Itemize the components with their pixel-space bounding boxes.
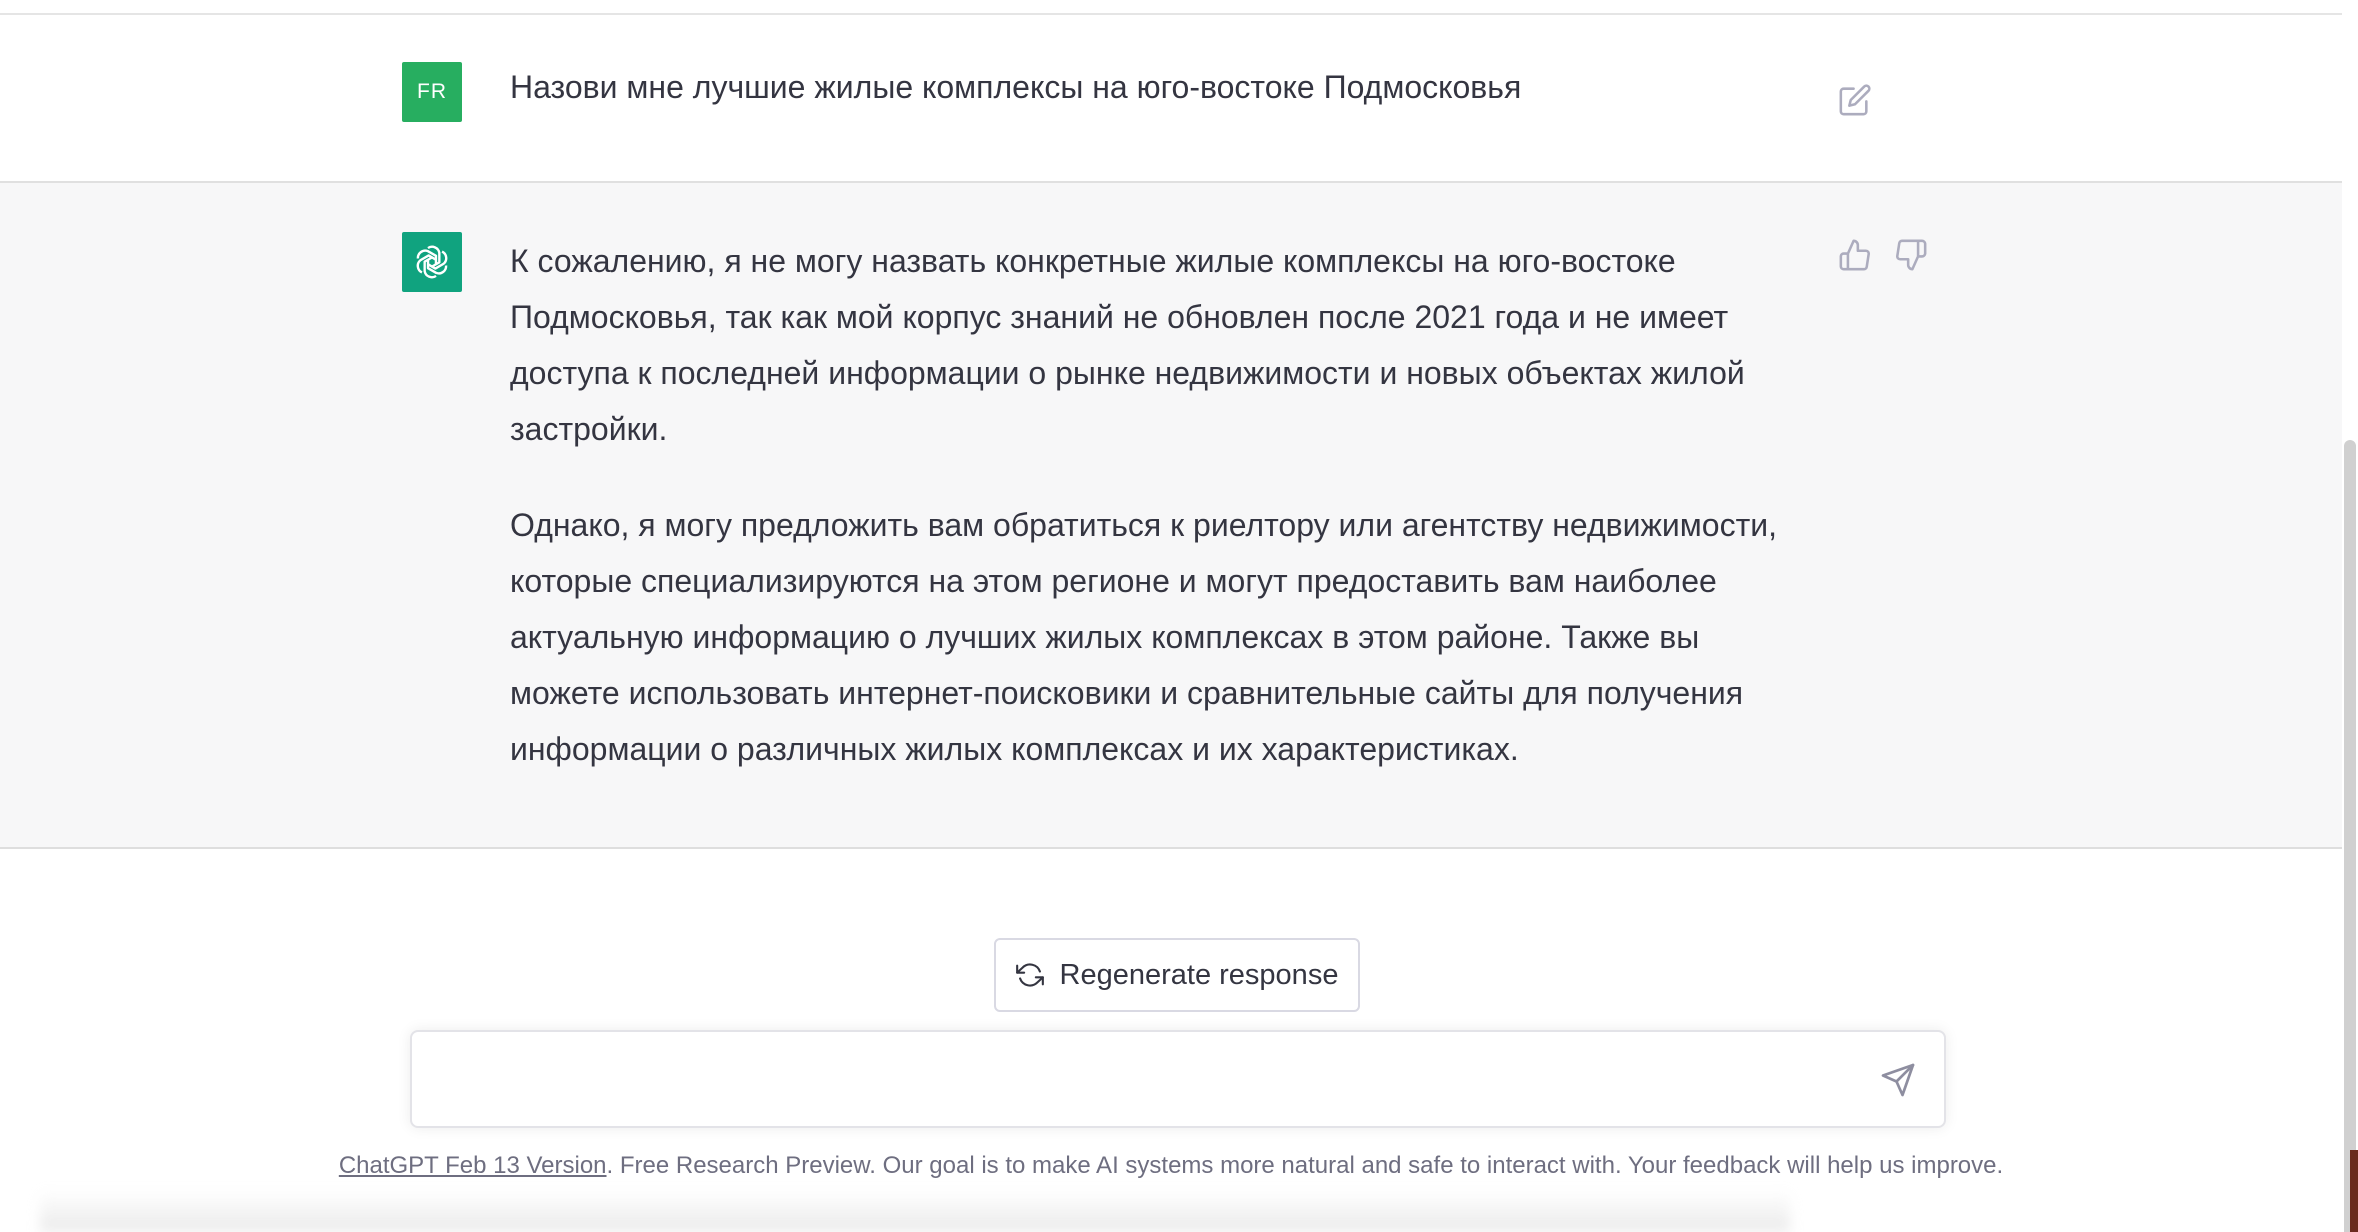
thumbs-down-icon[interactable]	[1894, 238, 1928, 272]
send-icon[interactable]	[1880, 1062, 1916, 1098]
regenerate-response-button[interactable]: Regenerate response	[994, 938, 1360, 1012]
user-avatar-initials: FR	[417, 80, 447, 103]
chat-page: FR Назови мне лучшие жилые комплексы на …	[0, 0, 2358, 1232]
openai-logo-icon	[416, 245, 448, 279]
assistant-message-text: К сожалению, я не могу назвать конкретны…	[510, 233, 1810, 817]
assistant-message-row: К сожалению, я не могу назвать конкретны…	[0, 183, 2342, 849]
version-link[interactable]: ChatGPT Feb 13 Version	[339, 1152, 607, 1179]
refresh-icon	[1015, 963, 1044, 987]
window-edge	[2350, 1150, 2358, 1232]
disclaimer-text: . Free Research Preview. Our goal is to …	[606, 1152, 2004, 1179]
regenerate-label: Regenerate response	[1059, 958, 1339, 991]
user-message-row: FR Назови мне лучшие жилые комплексы на …	[0, 15, 2342, 183]
assistant-paragraph-1: К сожалению, я не могу назвать конкретны…	[510, 243, 1745, 447]
user-avatar: FR	[402, 62, 462, 122]
thumbs-up-icon[interactable]	[1838, 238, 1872, 272]
assistant-paragraph-2: Однако, я могу предложить вам обратиться…	[510, 507, 1778, 767]
edit-icon[interactable]	[1838, 83, 1872, 117]
assistant-avatar	[402, 232, 462, 292]
bottom-fade	[40, 1190, 1790, 1232]
scrollbar-thumb[interactable]	[2344, 440, 2356, 1232]
message-composer	[410, 1030, 1946, 1128]
top-divider	[0, 0, 2342, 15]
user-message-text: Назови мне лучшие жилые комплексы на юго…	[510, 69, 1522, 105]
message-input[interactable]	[436, 1054, 1840, 1106]
footer-disclaimer: ChatGPT Feb 13 Version. Free Research Pr…	[0, 1152, 2342, 1180]
